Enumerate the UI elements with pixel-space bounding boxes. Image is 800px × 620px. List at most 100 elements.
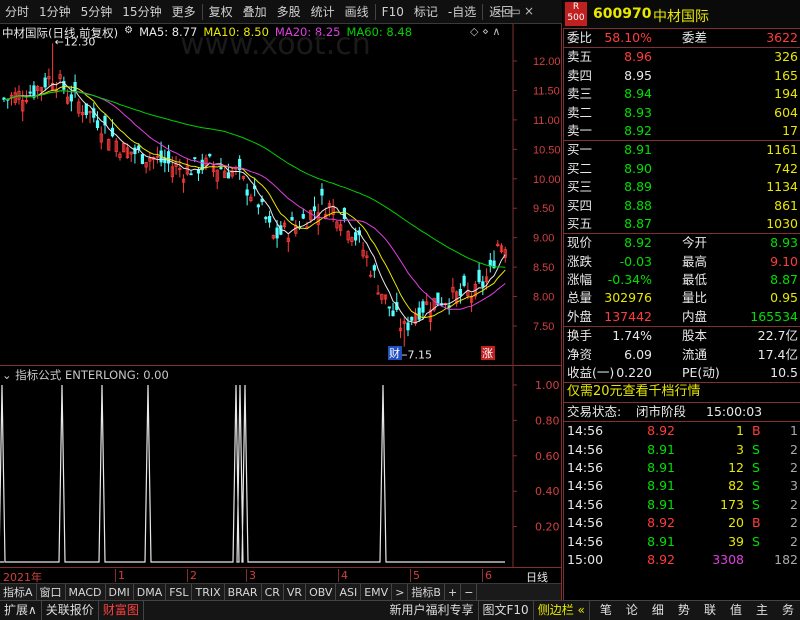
- toolbar-10[interactable]: F10: [377, 5, 409, 19]
- bid-price: 8.87: [624, 215, 652, 231]
- stat-label: 现价: [567, 235, 593, 251]
- indicator-tab-15[interactable]: +: [445, 583, 462, 601]
- indicator-tab-0[interactable]: 指标A: [0, 583, 37, 601]
- stat-label2: 量比: [682, 290, 708, 306]
- indicator-tab-13[interactable]: >: [392, 583, 409, 601]
- sidebar-tool-3[interactable]: 势: [678, 601, 690, 620]
- indicator-tab-3[interactable]: DMI: [106, 583, 134, 601]
- tick-count: 2: [790, 515, 798, 531]
- ask-label: 卖一: [567, 122, 593, 138]
- tick-count: 2: [790, 459, 798, 475]
- ask-vol: 604: [774, 104, 798, 120]
- stat-row: 涨跌 -0.03 最高 9.10: [564, 253, 800, 271]
- stat-label: 外盘: [567, 308, 593, 324]
- toolbar-8[interactable]: 统计: [306, 3, 340, 20]
- stock-name[interactable]: 中材国际: [653, 6, 709, 26]
- indicator-tab-12[interactable]: EMV: [361, 583, 393, 601]
- bottom-left-2[interactable]: 财富图: [99, 601, 144, 620]
- ytick-label: 11.50: [533, 85, 560, 97]
- bottom-left-0[interactable]: 扩展∧: [0, 601, 42, 620]
- finance-badge[interactable]: 财: [388, 346, 402, 360]
- minimize-icon[interactable]: −: [494, 4, 508, 18]
- candle-body: [189, 173, 193, 176]
- candle-body: [245, 189, 249, 196]
- toolbar-0[interactable]: 分时: [0, 3, 34, 20]
- candle-body: [166, 151, 171, 164]
- stat-value: 137442: [604, 308, 652, 324]
- indicator-tab-4[interactable]: DMA: [134, 583, 167, 601]
- toolbar-5[interactable]: 复权: [204, 3, 238, 20]
- candle-body: [73, 82, 77, 92]
- window-controls: − ▭ ×: [494, 4, 536, 18]
- candle-body: [264, 216, 268, 220]
- tick-side: S: [752, 478, 760, 494]
- tick-side: S: [752, 496, 760, 512]
- ask-row: 卖四 8.95 165: [564, 67, 800, 85]
- toolbar-9[interactable]: 画线: [340, 3, 374, 20]
- close-icon[interactable]: ×: [522, 4, 536, 18]
- candle-body: [28, 91, 32, 94]
- toolbar-1[interactable]: 1分钟: [34, 3, 76, 20]
- bottom-left-1[interactable]: 关联报价: [42, 601, 99, 620]
- kline-chart[interactable]: 中材国际(日线,前复权) ⚙ MA5: 8.77 MA10: 8.50 MA20: …: [0, 24, 562, 365]
- fin-label: 净资: [567, 346, 593, 362]
- month-label: 5: [410, 569, 420, 582]
- fin-row: 净资 6.09 流通 17.4亿: [564, 346, 800, 364]
- sidebar-tool-0[interactable]: 笔: [600, 601, 612, 620]
- sidebar-tool-7[interactable]: 务: [782, 601, 794, 620]
- fin-row: 收益(一) 0.220 PE(动) 10.5: [564, 364, 800, 382]
- fin-value: 0.220: [616, 365, 652, 381]
- bottom-right-1[interactable]: 图文F10: [479, 601, 534, 620]
- tick-price: 8.92: [647, 423, 675, 439]
- stat-value: -0.03: [619, 253, 652, 269]
- indicator-tab-7[interactable]: BRAR: [225, 583, 262, 601]
- candle-body: [163, 157, 167, 164]
- stat-label: 总量: [567, 290, 593, 306]
- candle-body: [133, 147, 137, 155]
- indicator-tab-9[interactable]: VR: [284, 583, 307, 601]
- sidebar-tool-4[interactable]: 联: [704, 601, 716, 620]
- sidebar-tool-2[interactable]: 细: [652, 601, 664, 620]
- promo-row[interactable]: 仅需20元查看千档行情: [564, 383, 800, 401]
- tick-vol: 12: [728, 459, 744, 475]
- stat-row: 总量 302976 量比 0.95: [564, 289, 800, 307]
- indicator-tab-6[interactable]: TRIX: [192, 583, 225, 601]
- ask-vol: 194: [774, 86, 798, 102]
- tick-side: S: [752, 533, 760, 549]
- tick-side: S: [752, 459, 760, 475]
- sidebar-tool-6[interactable]: 主: [756, 601, 768, 620]
- candle-body: [458, 288, 462, 296]
- toolbar-3[interactable]: 15分钟: [117, 3, 166, 20]
- toolbar-6[interactable]: 叠加: [238, 3, 272, 20]
- tick-count: 2: [790, 496, 798, 512]
- indicator-tab-11[interactable]: ASI: [336, 583, 362, 601]
- toolbar-7[interactable]: 多股: [272, 3, 306, 20]
- indicator-tab-8[interactable]: CR: [262, 583, 284, 601]
- toolbar-2[interactable]: 5分钟: [76, 3, 118, 20]
- toolbar-4[interactable]: 更多: [167, 3, 201, 20]
- stat-value2: 8.93: [770, 235, 798, 251]
- rise-badge[interactable]: 涨: [481, 346, 495, 360]
- sidebar-tool-5[interactable]: 值: [730, 601, 742, 620]
- restore-icon[interactable]: ▭: [508, 4, 522, 18]
- bottom-right-0[interactable]: 新用户福利专享: [386, 601, 479, 620]
- bid-vol: 1134: [766, 179, 798, 195]
- indicator-tab-1[interactable]: 窗口: [37, 583, 66, 601]
- sidebar-tool-1[interactable]: 论: [626, 601, 638, 620]
- candle-body: [387, 306, 391, 309]
- bottom-right-2[interactable]: 侧边栏 «: [534, 601, 590, 620]
- stock-code[interactable]: 600970: [593, 6, 651, 22]
- low-label: ←7.15: [398, 349, 432, 362]
- indicator-tab-10[interactable]: OBV: [306, 583, 337, 601]
- toolbar-11[interactable]: 标记: [409, 3, 443, 20]
- indicator-panel[interactable]: ⌄ 指标公式 ENTERLONG: 0.00 1.00 0.80 0.60 0.40 0…: [0, 365, 562, 568]
- indicator-tab-14[interactable]: 指标B: [408, 583, 445, 601]
- indicator-tab-16[interactable]: −: [461, 583, 478, 601]
- candle-body: [481, 281, 485, 287]
- indicator-tab-2[interactable]: MACD: [66, 583, 106, 601]
- toolbar-12[interactable]: -自选: [443, 3, 481, 20]
- candle-body: [193, 157, 197, 160]
- indicator-tab-5[interactable]: FSL: [166, 583, 193, 601]
- status-time: 15:00:03: [706, 403, 763, 419]
- month-label: 4: [338, 569, 348, 582]
